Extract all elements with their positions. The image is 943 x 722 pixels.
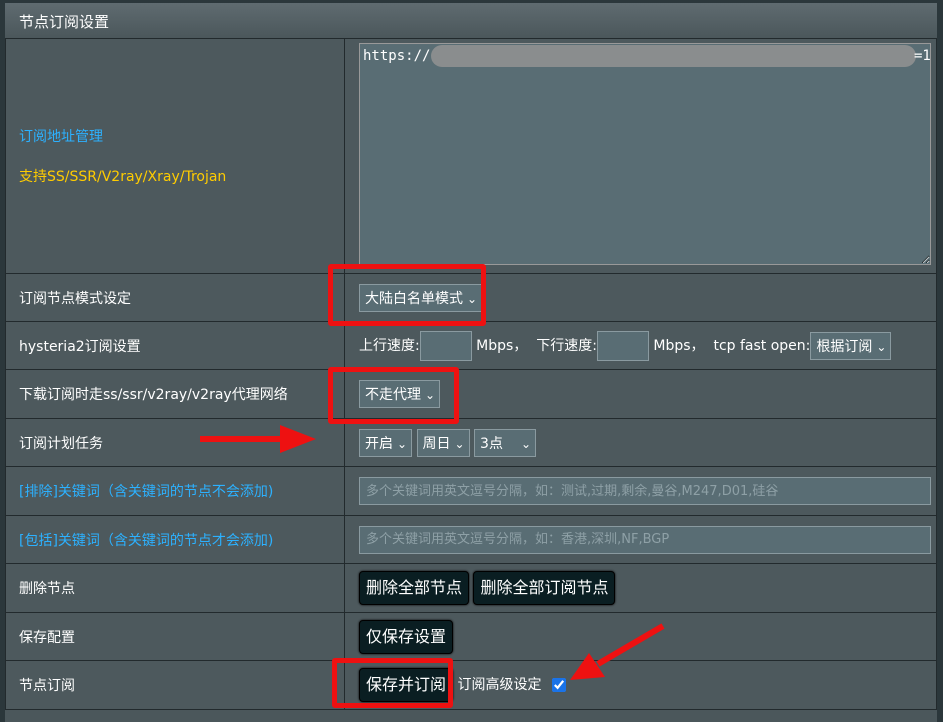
- arrow-right-icon: [200, 425, 316, 453]
- annotation-arrows: [200, 425, 665, 680]
- subscription-settings-panel: 节点订阅设置 订阅地址管理 支持SS/SSR/V2ray/Xray/Trojan…: [0, 0, 943, 722]
- arrow-down-left-icon: [570, 623, 665, 680]
